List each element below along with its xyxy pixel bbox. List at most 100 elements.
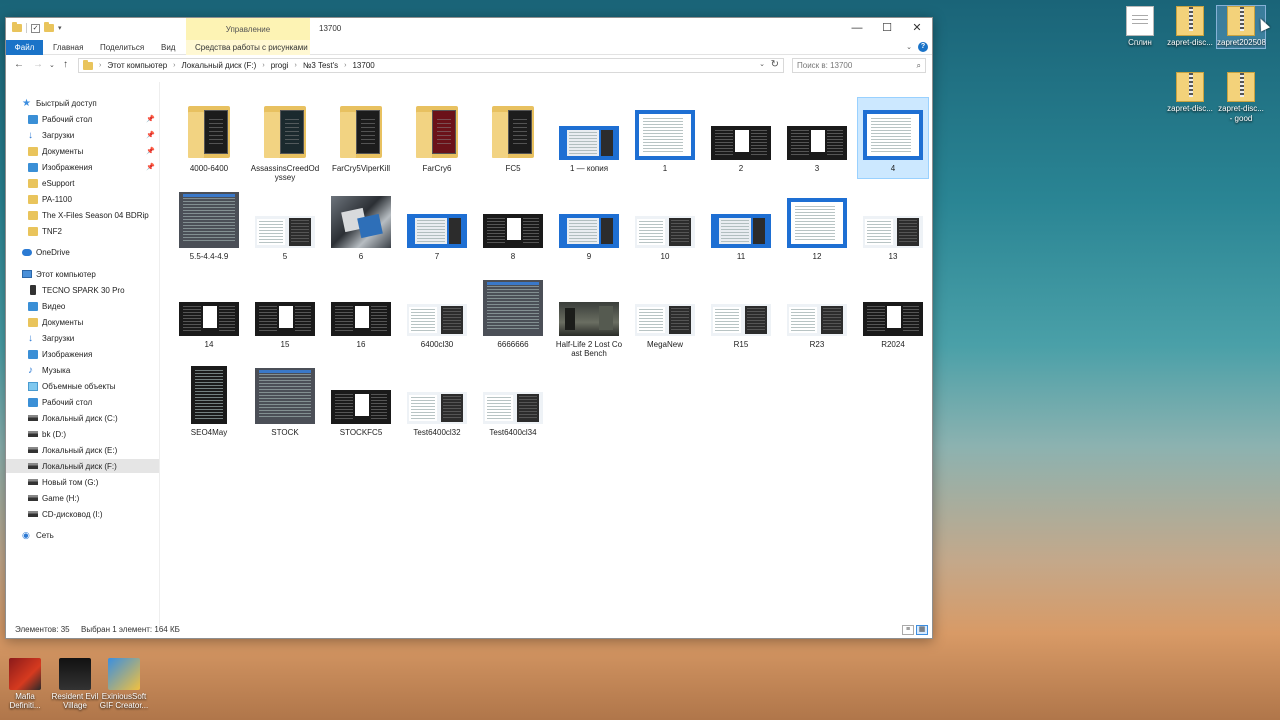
file-item[interactable]: 1 — копия [554, 98, 624, 178]
folder-item[interactable]: FarCry5ViperKill [326, 98, 396, 178]
nav-item[interactable]: Рабочий стол [6, 395, 159, 409]
breadcrumb-item[interactable]: №3 Test's [303, 61, 338, 70]
folder-item[interactable]: 4000-6400 [174, 98, 244, 178]
nav-item[interactable]: Рабочий стол 📌 [6, 112, 159, 126]
recent-chevron-icon[interactable]: ⌄ [49, 61, 55, 69]
file-item[interactable]: R2024 [858, 274, 928, 354]
desktop-icon[interactable]: zapret-disc... - good [1217, 72, 1265, 124]
nav-item[interactable]: TNF2 [6, 224, 159, 238]
nav-item[interactable]: Документы 📌 [6, 144, 159, 158]
nav-item[interactable]: bk (D:) [6, 427, 159, 441]
nav-item[interactable]: Этот компьютер [6, 267, 159, 281]
nav-item[interactable]: Локальный диск (C:) [6, 411, 159, 425]
file-item[interactable]: STOCK [250, 362, 320, 442]
file-item[interactable]: 4 [857, 97, 929, 179]
nav-item[interactable]: ◉ Сеть [6, 528, 159, 542]
desktop-icon[interactable]: Сплин [1116, 6, 1164, 48]
nav-item[interactable]: Изображения 📌 [6, 160, 159, 174]
file-item[interactable]: Half-Life 2 Lost Coast Bench [554, 274, 624, 358]
nav-item[interactable]: Локальный диск (E:) [6, 443, 159, 457]
file-item[interactable]: 16 [326, 274, 396, 354]
nav-item[interactable]: Новый том (G:) [6, 475, 159, 489]
folder-item[interactable]: FarCry6 [402, 98, 472, 178]
file-item[interactable]: Test6400cl32 [402, 362, 472, 442]
chevron-right-icon[interactable]: › [294, 62, 296, 69]
folder-item[interactable]: AssassinsCreedOdyssey [250, 98, 320, 182]
file-item[interactable]: 11 [706, 186, 776, 266]
nav-item[interactable]: Game (H:) [6, 491, 159, 505]
file-item[interactable]: 9 [554, 186, 624, 266]
nav-item[interactable]: TECNO SPARK 30 Pro [6, 283, 159, 297]
file-item[interactable]: 15 [250, 274, 320, 354]
file-item[interactable]: 12 [782, 186, 852, 266]
chevron-right-icon[interactable]: › [344, 62, 346, 69]
close-button[interactable]: ✕ [902, 18, 932, 38]
file-item[interactable]: 3 [782, 98, 852, 178]
expand-ribbon-chevron-icon[interactable]: ⌄ [906, 43, 912, 51]
file-item[interactable]: 6400cl30 [402, 274, 472, 354]
chevron-right-icon[interactable]: › [262, 62, 264, 69]
file-item[interactable]: 7 [402, 186, 472, 266]
desktop-icon[interactable]: zapret-disc... [1166, 6, 1214, 48]
minimize-button[interactable]: — [842, 18, 872, 38]
tab-view[interactable]: Вид [161, 40, 175, 55]
breadcrumb-item[interactable]: 13700 [352, 61, 374, 70]
nav-item[interactable]: OneDrive [6, 245, 159, 259]
breadcrumb-item[interactable]: progi [271, 61, 289, 70]
customize-toolbar-chevron-icon[interactable]: ▾ [58, 24, 62, 32]
search-input[interactable]: Поиск в: 13700 ⌕ [792, 58, 926, 73]
back-arrow-icon[interactable]: ← [14, 59, 24, 70]
file-item[interactable]: 1 [630, 98, 700, 178]
desktop-app-shortcut[interactable]: Resident Evil Village [50, 658, 100, 710]
details-view-icon[interactable]: ≡ [902, 625, 914, 635]
nav-item[interactable]: ↓ Загрузки [6, 331, 159, 345]
nav-item[interactable]: Объемные объекты [6, 379, 159, 393]
file-item[interactable]: Test6400cl34 [478, 362, 548, 442]
up-arrow-icon[interactable]: ↑ [63, 59, 68, 70]
nav-item[interactable]: PA-1100 [6, 192, 159, 206]
breadcrumb-item[interactable]: Этот компьютер [107, 61, 167, 70]
nav-item[interactable]: The X-Files Season 04 BDRip [6, 208, 159, 222]
file-item[interactable]: SEO4May [174, 362, 244, 442]
file-item[interactable]: R23 [782, 274, 852, 354]
refresh-icon[interactable]: ↻ [771, 59, 779, 70]
nav-item[interactable]: ↓ Загрузки 📌 [6, 128, 159, 142]
nav-item[interactable]: Локальный диск (F:) [6, 459, 159, 473]
tab-picture-tools[interactable]: Средства работы с рисунками [195, 40, 308, 55]
tab-file[interactable]: Файл [6, 40, 43, 55]
breadcrumb-item[interactable]: Локальный диск (F:) [182, 61, 257, 70]
nav-item[interactable]: CD-дисковод (I:) [6, 507, 159, 521]
file-item[interactable]: 5.5-4.4-4.9 [174, 186, 244, 266]
desktop-app-shortcut[interactable]: ExiniousSoft GIF Creator... [99, 658, 149, 710]
file-item[interactable]: 10 [630, 186, 700, 266]
file-item[interactable]: MegaNew [630, 274, 700, 354]
file-item[interactable]: 6666666 [478, 274, 548, 354]
folder-item[interactable]: FC5 [478, 98, 548, 178]
nav-item[interactable]: Документы [6, 315, 159, 329]
file-item[interactable]: STOCKFC5 [326, 362, 396, 442]
chevron-right-icon[interactable]: › [173, 62, 175, 69]
address-bar[interactable]: › Этот компьютер › Локальный диск (F:) › pro… [78, 58, 784, 73]
help-icon[interactable]: ? [918, 42, 928, 52]
maximize-button[interactable]: ☐ [872, 18, 902, 38]
file-item[interactable]: 13 [858, 186, 928, 266]
nav-item[interactable]: Видео [6, 299, 159, 313]
file-item[interactable]: 8 [478, 186, 548, 266]
forward-arrow-icon[interactable]: → [33, 59, 43, 70]
tab-home[interactable]: Главная [53, 40, 83, 55]
tab-share[interactable]: Поделиться [100, 40, 144, 55]
nav-item[interactable]: ★ Быстрый доступ [6, 96, 159, 110]
file-item[interactable]: 2 [706, 98, 776, 178]
file-item[interactable]: R15 [706, 274, 776, 354]
address-history-chevron-icon[interactable]: ⌄ [759, 60, 765, 68]
large-icons-view-icon[interactable]: ▦ [916, 625, 928, 635]
desktop-app-shortcut[interactable]: Mafia Definiti... [0, 658, 50, 710]
file-item[interactable]: 6 [326, 186, 396, 266]
nav-item[interactable]: eSupport [6, 176, 159, 190]
file-item[interactable]: 14 [174, 274, 244, 354]
file-item[interactable]: 5 [250, 186, 320, 266]
nav-item[interactable]: ♪ Музыка [6, 363, 159, 377]
properties-check-icon[interactable]: ✓ [31, 23, 40, 33]
manage-context-tab[interactable]: Управление [186, 18, 310, 40]
desktop-icon[interactable]: zapret-disc... [1166, 72, 1214, 114]
